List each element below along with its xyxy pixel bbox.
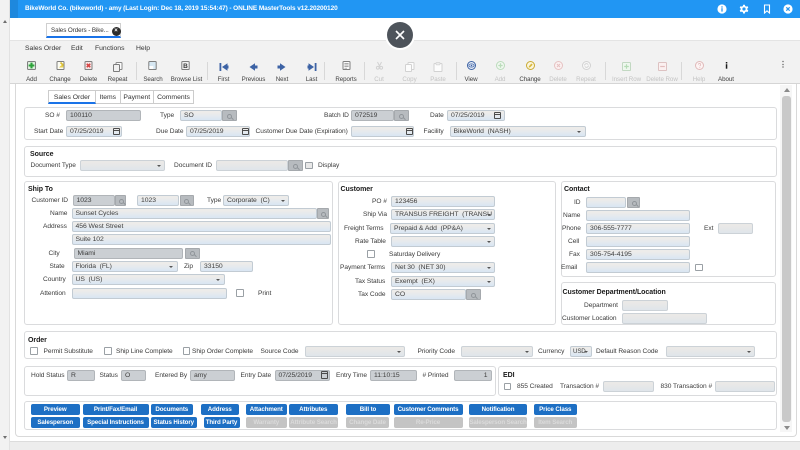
svg-text:B: B [183,63,188,70]
